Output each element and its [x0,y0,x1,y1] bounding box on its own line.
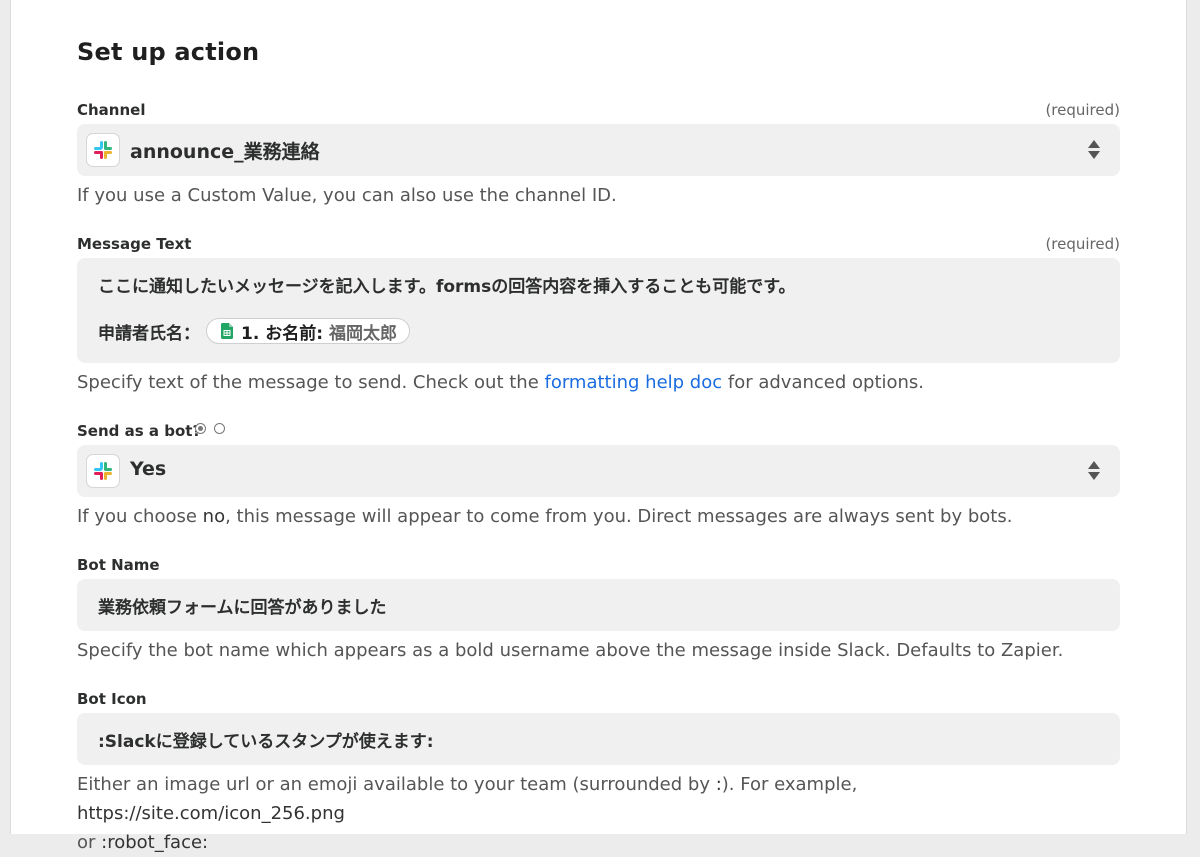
bot-help-text-end: , this message will appear to come from … [225,506,1013,527]
bot-icon-help-text: Either an image url or an emoji availabl… [77,774,716,795]
slack-icon [86,454,120,488]
field-mapping-pill[interactable]: 1. お名前: 福岡太郎 [206,318,411,344]
bot-radio-off[interactable] [214,423,225,434]
formatting-help-link[interactable]: formatting help doc [545,372,723,393]
pill-step: 1. お名前: [241,323,324,344]
bot-icon-help-or: or [77,832,102,853]
bot-icon-label: Bot Icon [77,690,147,708]
bot-icon-help-mid: ). For example, [721,774,858,795]
bot-name-input[interactable]: 業務依頼フォームに回答がありました [77,579,1120,631]
bot-icon-help-code-2: https://site.com/icon_256.png [77,803,345,824]
channel-label: Channel [77,101,146,119]
channel-select[interactable]: announce_業務連絡 [77,124,1120,176]
page-title: Set up action [77,38,260,66]
bot-help: If you choose no, this message will appe… [77,502,1120,531]
channel-help: If you use a Custom Value, you can also … [77,185,617,206]
bot-icon-help: Either an image url or an emoji availabl… [77,770,1120,857]
bot-help-text: If you choose [77,506,203,527]
bot-label: Send as a bot? [77,422,202,440]
bot-name-help: Specify the bot name which appears as a … [77,640,1064,661]
bot-name-value: 業務依頼フォームに回答がありました [98,598,387,618]
message-help-text-end: for advanced options. [722,372,925,393]
bot-name-label: Bot Name [77,556,160,574]
bot-select[interactable]: Yes [77,445,1120,497]
message-help: Specify text of the message to send. Che… [77,368,1120,397]
channel-required: (required) [1045,101,1120,119]
google-sheets-icon [221,323,233,339]
select-arrows-icon [1088,140,1100,160]
bot-radio-on[interactable] [195,423,206,434]
channel-value: announce_業務連絡 [130,141,320,163]
bot-icon-value: :Slackに登録しているスタンプが使えます: [98,732,434,752]
message-required: (required) [1045,235,1120,253]
message-input[interactable]: ここに通知したいメッセージを記入します。formsの回答内容を挿入することも可能… [77,258,1120,363]
message-line-2: 申請者氏名： 1. お名前: 福岡太郎 [98,318,411,344]
message-prefix: 申請者氏名： [98,323,200,344]
pill-value: 福岡太郎 [329,323,398,344]
message-help-text: Specify text of the message to send. Che… [77,372,545,393]
message-line-1: ここに通知したいメッセージを記入します。formsの回答内容を挿入することも可能… [98,277,796,297]
setup-panel: Set up action Channel (required) announc… [10,0,1187,853]
bot-value: Yes [130,458,167,480]
bot-icon-input[interactable]: :Slackに登録しているスタンプが使えます: [77,713,1120,765]
message-label: Message Text [77,235,192,253]
bot-icon-help-code-3: :robot_face: [101,832,209,853]
slack-icon [86,133,120,167]
bot-help-code: no [202,506,226,527]
select-arrows-icon [1088,461,1100,481]
